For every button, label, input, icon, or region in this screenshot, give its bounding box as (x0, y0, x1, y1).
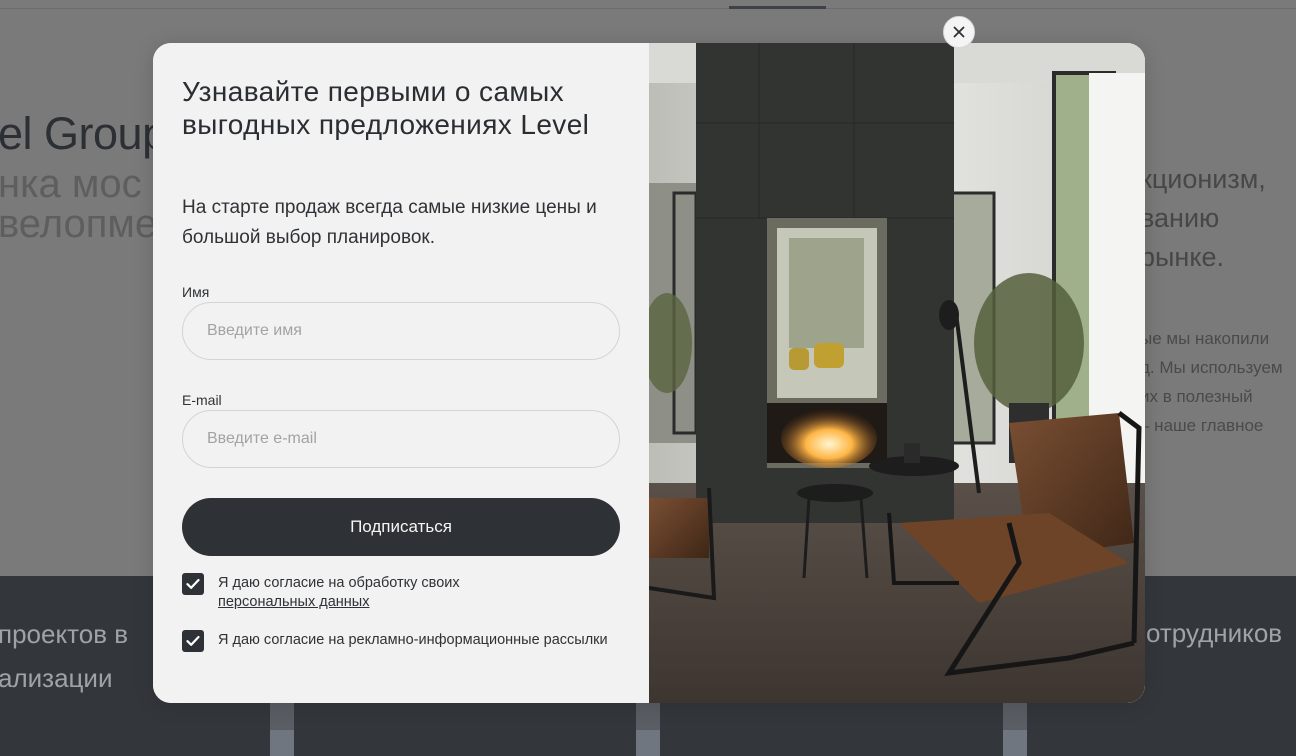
background-right-line: рынке. (1140, 242, 1224, 272)
background-subtitle: нка мос велопме (0, 164, 157, 244)
background-paragraph-line: ые мы накопили (1140, 329, 1270, 348)
background-right-text: кционизм, ванию рынке. (1140, 160, 1266, 277)
name-field-label: Имя (182, 284, 210, 300)
subscribe-button[interactable]: Подписаться (182, 498, 620, 556)
stats-divider-bar (636, 703, 660, 756)
checkmark-icon (186, 578, 200, 589)
consent-personal-text: Я даю согласие на обработку своих персон… (218, 574, 460, 612)
background-paragraph-line: – наше главное (1140, 416, 1264, 435)
personal-data-link[interactable]: персональных данных (218, 594, 369, 610)
close-icon (953, 26, 965, 38)
modal-description: На старте продаж всегда самые низкие цен… (182, 197, 597, 248)
background-subtitle-line: нка мос (0, 162, 142, 206)
close-modal-button[interactable] (943, 16, 975, 48)
background-right-paragraph: ые мы накопили д. Мы используем их в пол… (1140, 324, 1283, 440)
consent-personal-data: Я даю согласие на обработку своих персон… (182, 573, 622, 612)
stat-employees-label: отрудников (1146, 618, 1283, 648)
background-right-line: ванию (1140, 203, 1220, 233)
email-input[interactable] (182, 410, 620, 468)
stats-divider-bar (270, 703, 294, 756)
subscribe-form: Узнавайте первыми о самых выгодных предл… (153, 43, 649, 703)
consent-marketing: Я даю согласие на рекламно-информационны… (182, 630, 622, 652)
stat-projects-line: ализации (0, 663, 113, 693)
fireplace-interior-image (649, 43, 1145, 703)
name-input[interactable] (182, 302, 620, 360)
consent-marketing-label: Я даю согласие на рекламно-информационны… (218, 632, 608, 648)
consent-personal-checkbox[interactable] (182, 573, 204, 595)
background-paragraph-line: д. Мы используем (1140, 358, 1283, 377)
active-tab-indicator (729, 6, 826, 9)
checkmark-icon (186, 635, 200, 646)
stat-projects-line: проектов в (0, 619, 129, 649)
consent-personal-label: Я даю согласие на обработку своих (218, 575, 460, 591)
stat-projects-label: проектов в ализации (0, 612, 128, 700)
consent-marketing-checkbox[interactable] (182, 630, 204, 652)
interior-photo (649, 43, 1145, 703)
background-heading: el Group (0, 108, 167, 159)
subscribe-modal: Узнавайте первыми о самых выгодных предл… (153, 43, 1145, 703)
stats-divider-bar (1003, 703, 1027, 756)
modal-title: Узнавайте первыми о самых выгодных предл… (182, 76, 590, 140)
background-subtitle-line: велопме (0, 202, 158, 246)
email-field-label: E-mail (182, 392, 222, 408)
header-divider (0, 8, 1296, 9)
background-right-line: кционизм, (1140, 164, 1266, 194)
background-paragraph-line: их в полезный (1140, 387, 1253, 406)
